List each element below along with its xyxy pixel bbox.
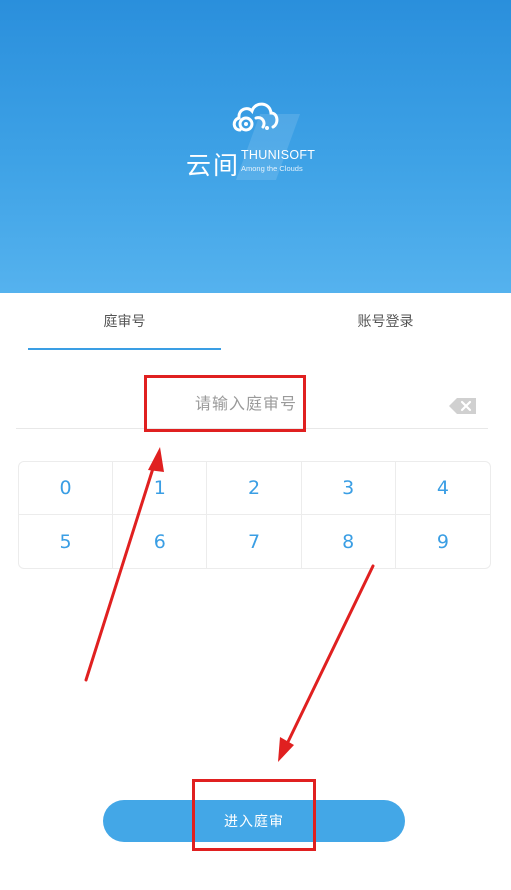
active-tab-indicator <box>28 348 221 350</box>
keypad-key-0[interactable]: 0 <box>19 462 114 515</box>
keypad-key-2[interactable]: 2 <box>207 462 302 515</box>
keypad-key-7[interactable]: 7 <box>207 515 302 568</box>
cloud-logo-icon <box>232 102 279 132</box>
numeric-keypad: 0 1 2 3 4 5 6 7 8 9 <box>18 461 491 569</box>
court-number-input[interactable] <box>146 388 346 418</box>
keypad-key-3[interactable]: 3 <box>301 462 396 515</box>
login-tabs: 庭审号 账号登录 <box>0 293 511 351</box>
court-number-field-row <box>16 380 488 429</box>
annotation-arrowhead-button <box>278 737 294 762</box>
logo-brand-text: THUNISOFT <box>241 148 316 162</box>
keypad-key-1[interactable]: 1 <box>113 462 208 515</box>
app-logo: 云间 THUNISOFT Among the Clouds <box>186 96 326 180</box>
annotation-arrow-to-button <box>284 564 375 748</box>
keypad-key-4[interactable]: 4 <box>395 462 490 515</box>
tab-account-login[interactable]: 账号登录 <box>289 311 482 331</box>
keypad-key-5[interactable]: 5 <box>19 515 114 568</box>
header-banner: 云间 THUNISOFT Among the Clouds <box>0 0 511 293</box>
logo-chinese-text: 云间 <box>186 151 241 180</box>
keypad-key-9[interactable]: 9 <box>396 515 490 568</box>
keypad-key-6[interactable]: 6 <box>113 515 208 568</box>
tab-court-number[interactable]: 庭审号 <box>28 311 221 331</box>
logo-slogan-text: Among the Clouds <box>241 164 303 173</box>
backspace-icon[interactable] <box>448 396 478 416</box>
keypad-key-8[interactable]: 8 <box>302 515 396 568</box>
enter-court-button[interactable]: 进入庭审 <box>103 800 405 842</box>
